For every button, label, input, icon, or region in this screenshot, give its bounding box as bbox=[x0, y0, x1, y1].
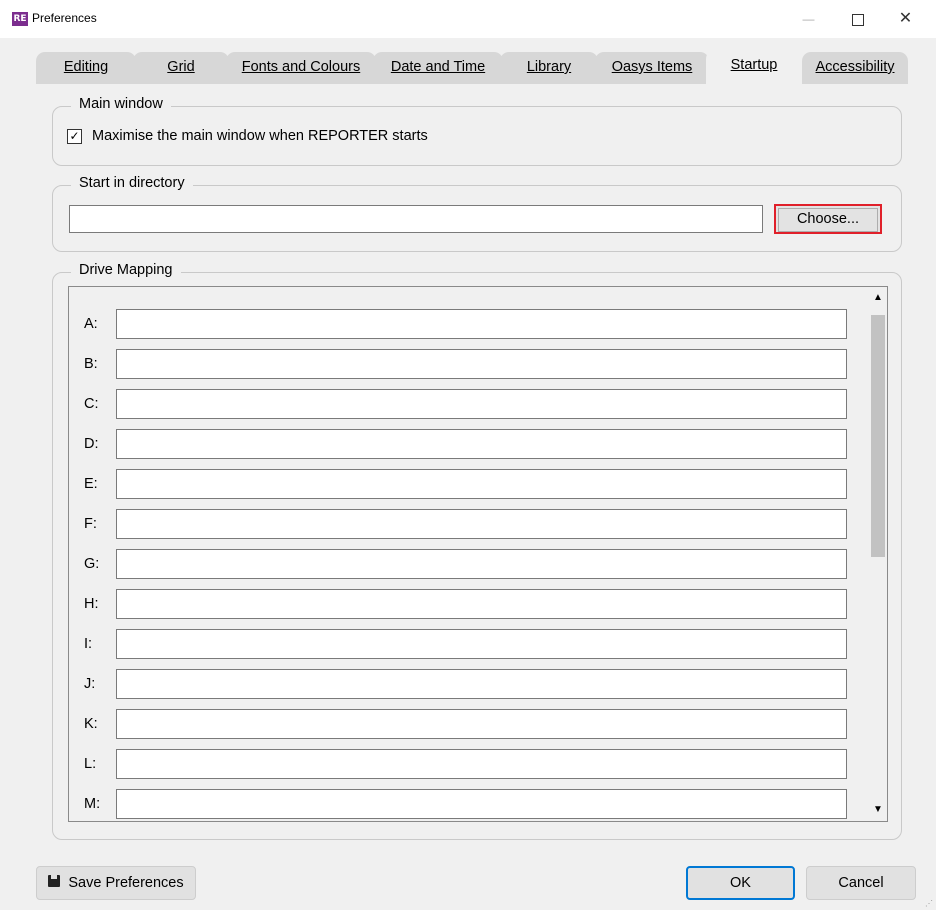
tab-label: Oasys Items bbox=[611, 59, 693, 75]
start-directory-input[interactable] bbox=[69, 205, 763, 233]
drive-input-k[interactable] bbox=[116, 709, 847, 739]
drive-mapping-legend: Drive Mapping bbox=[71, 262, 181, 278]
choose-directory-button[interactable]: Choose... bbox=[774, 204, 882, 234]
tab-library[interactable]: Library bbox=[500, 52, 598, 84]
tab-accessibility[interactable]: Accessibility bbox=[802, 52, 908, 84]
drive-label: D: bbox=[84, 436, 99, 452]
resize-grip-icon[interactable]: ⋰ bbox=[925, 899, 933, 908]
minimize-button[interactable]: — bbox=[786, 0, 831, 38]
startup-panel: Main window ✓ Maximise the main window w… bbox=[36, 84, 908, 852]
maximise-label[interactable]: Maximise the main window when REPORTER s… bbox=[92, 128, 428, 144]
tab-label: Startup bbox=[730, 57, 778, 73]
drive-label: K: bbox=[84, 716, 98, 732]
drive-label: G: bbox=[84, 556, 100, 572]
drive-row-l: L: bbox=[69, 749, 869, 779]
drive-row-c: C: bbox=[69, 389, 869, 419]
tab-label: Date and Time bbox=[390, 59, 486, 75]
drive-input-f[interactable] bbox=[116, 509, 847, 539]
drive-input-i[interactable] bbox=[116, 629, 847, 659]
drive-mapping-list[interactable]: A: B: C: D: E: F: G: H: I: J: K: L: M: ▲… bbox=[68, 286, 888, 822]
drive-row-b: B: bbox=[69, 349, 869, 379]
maximise-checkbox[interactable]: ✓ bbox=[67, 129, 82, 144]
drive-input-d[interactable] bbox=[116, 429, 847, 459]
save-preferences-button[interactable]: Save Preferences bbox=[36, 866, 196, 900]
drive-label: E: bbox=[84, 476, 98, 492]
window-title: Preferences bbox=[32, 11, 97, 25]
drive-row-m: M: bbox=[69, 789, 869, 819]
close-button[interactable]: ✕ bbox=[883, 0, 928, 38]
tab-label: Editing bbox=[63, 59, 109, 75]
drive-input-b[interactable] bbox=[116, 349, 847, 379]
drive-input-h[interactable] bbox=[116, 589, 847, 619]
app-logo-icon: RE bbox=[12, 12, 28, 26]
choose-label: Choose... bbox=[778, 208, 878, 232]
tab-label: Accessibility bbox=[815, 59, 895, 75]
start-directory-legend: Start in directory bbox=[71, 175, 193, 191]
drive-input-g[interactable] bbox=[116, 549, 847, 579]
drive-label: B: bbox=[84, 356, 98, 372]
drive-row-e: E: bbox=[69, 469, 869, 499]
drive-row-g: G: bbox=[69, 549, 869, 579]
tab-label: Fonts and Colours bbox=[241, 59, 361, 75]
drive-row-j: J: bbox=[69, 669, 869, 699]
ok-button[interactable]: OK bbox=[686, 866, 795, 900]
drive-input-e[interactable] bbox=[116, 469, 847, 499]
drive-label: H: bbox=[84, 596, 99, 612]
drive-input-m[interactable] bbox=[116, 789, 847, 819]
tab-oasys-items[interactable]: Oasys Items bbox=[595, 52, 709, 84]
scroll-down-arrow-icon[interactable]: ▼ bbox=[869, 803, 887, 817]
tab-startup[interactable]: Startup bbox=[706, 50, 802, 86]
main-window-legend: Main window bbox=[71, 96, 171, 112]
drive-input-l[interactable] bbox=[116, 749, 847, 779]
drive-label: M: bbox=[84, 796, 101, 812]
drive-label: J: bbox=[84, 676, 96, 692]
tab-editing[interactable]: Editing bbox=[36, 52, 136, 84]
tab-fonts-and-colours[interactable]: Fonts and Colours bbox=[226, 52, 376, 84]
cancel-button[interactable]: Cancel bbox=[806, 866, 916, 900]
drive-label: F: bbox=[84, 516, 97, 532]
drive-row-k: K: bbox=[69, 709, 869, 739]
drive-row-h: H: bbox=[69, 589, 869, 619]
drive-input-j[interactable] bbox=[116, 669, 847, 699]
drive-row-d: D: bbox=[69, 429, 869, 459]
tab-grid[interactable]: Grid bbox=[133, 52, 229, 84]
drive-row-a: A: bbox=[69, 309, 869, 339]
title-bar: RE Preferences — ✕ bbox=[0, 0, 936, 38]
drive-label: I: bbox=[84, 636, 93, 652]
drive-row-i: I: bbox=[69, 629, 869, 659]
tab-date-and-time[interactable]: Date and Time bbox=[373, 52, 503, 84]
vertical-scrollbar[interactable]: ▲ ▼ bbox=[869, 287, 887, 821]
tab-label: Library bbox=[526, 59, 572, 75]
drive-input-a[interactable] bbox=[116, 309, 847, 339]
drive-input-c[interactable] bbox=[116, 389, 847, 419]
save-disk-icon bbox=[48, 875, 61, 888]
tab-label: Grid bbox=[167, 59, 195, 75]
scroll-thumb[interactable] bbox=[871, 315, 885, 557]
save-preferences-label: Save Preferences bbox=[68, 875, 184, 891]
drive-label: A: bbox=[84, 316, 98, 332]
maximize-button[interactable] bbox=[835, 0, 880, 38]
scroll-up-arrow-icon[interactable]: ▲ bbox=[869, 291, 887, 305]
drive-row-f: F: bbox=[69, 509, 869, 539]
maximize-icon bbox=[851, 14, 864, 27]
drive-label: L: bbox=[84, 756, 97, 772]
drive-label: C: bbox=[84, 396, 99, 412]
